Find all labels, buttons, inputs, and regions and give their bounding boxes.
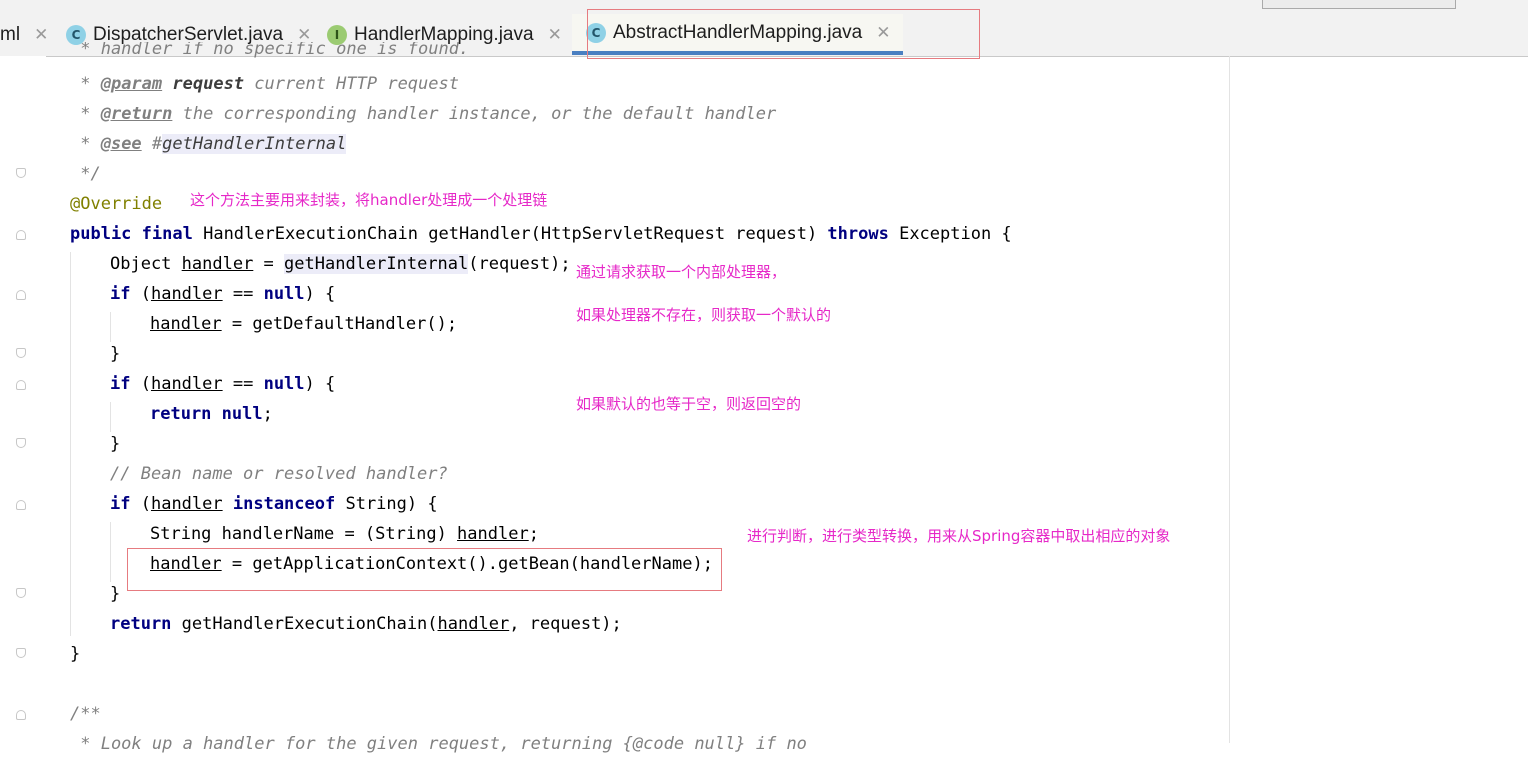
- annotation-note: 这个方法主要用来封装，将handler处理成一个处理链: [190, 191, 548, 209]
- code-line: return null;: [150, 404, 273, 424]
- javadoc-link[interactable]: getHandlerInternal: [162, 134, 347, 154]
- right-margin-guide: [1229, 56, 1230, 743]
- method-signature: public final HandlerExecutionChain getHa…: [70, 224, 1012, 244]
- annotation-note: 进行判断，进行类型转换，用来从Spring容器中取出相应的对象: [747, 527, 1171, 545]
- code-line: }: [110, 434, 121, 454]
- code-line: if (handler == null) {: [110, 374, 336, 394]
- code-line: if (handler instanceof String) {: [110, 494, 438, 514]
- fold-marker[interactable]: [16, 500, 26, 510]
- annotation-note: 如果默认的也等于空，则返回空的: [576, 395, 802, 413]
- run-config-selector[interactable]: [1262, 0, 1456, 9]
- class-icon: C: [586, 22, 606, 43]
- code-line: handler = getApplicationContext().getBea…: [150, 554, 713, 574]
- code-line: * @param request current HTTP request: [70, 74, 459, 94]
- close-icon[interactable]: ✕: [876, 23, 890, 43]
- fold-marker[interactable]: [16, 588, 26, 598]
- annotation-note: 如果处理器不存在，则获取一个默认的: [576, 306, 832, 324]
- code-line: if (handler == null) {: [110, 284, 336, 304]
- code-line: */: [70, 164, 101, 184]
- code-comment: // Bean name or resolved handler?: [110, 464, 448, 484]
- indent-guide: [110, 522, 111, 582]
- indent-guide: [110, 402, 111, 432]
- code-line: handler = getDefaultHandler();: [150, 314, 458, 334]
- fold-marker[interactable]: [16, 230, 26, 240]
- fold-marker[interactable]: [16, 438, 26, 448]
- fold-marker[interactable]: [16, 710, 26, 720]
- code-line: * Look up a handler for the given reques…: [70, 734, 807, 754]
- indent-guide: [70, 252, 71, 636]
- code-line: String handlerName = (String) handler;: [150, 524, 539, 544]
- code-line: }: [110, 344, 121, 364]
- indent-guide: [110, 312, 111, 342]
- fold-marker[interactable]: [16, 348, 26, 358]
- code-line: }: [110, 584, 121, 604]
- code-line: }: [70, 644, 81, 664]
- annotation: @Override: [70, 194, 163, 214]
- fold-marker[interactable]: [16, 648, 26, 658]
- code-line: Object handler = getHandlerInternal(requ…: [110, 254, 571, 274]
- code-line-cut: * handler if no specific one is found.: [70, 42, 470, 58]
- editor-gutter: [0, 56, 46, 743]
- annotation-note: 通过请求获取一个内部处理器，: [576, 263, 787, 281]
- code-line: * @see #getHandlerInternal: [70, 134, 347, 154]
- code-line: * @return the corresponding handler inst…: [70, 104, 777, 124]
- tab-label: AbstractHandlerMapping.java: [613, 21, 863, 43]
- fold-marker[interactable]: [16, 380, 26, 390]
- code-line: return getHandlerExecutionChain(handler,…: [110, 614, 622, 634]
- fold-marker[interactable]: [16, 290, 26, 300]
- fold-marker[interactable]: [16, 168, 26, 178]
- code-line: /**: [70, 704, 101, 724]
